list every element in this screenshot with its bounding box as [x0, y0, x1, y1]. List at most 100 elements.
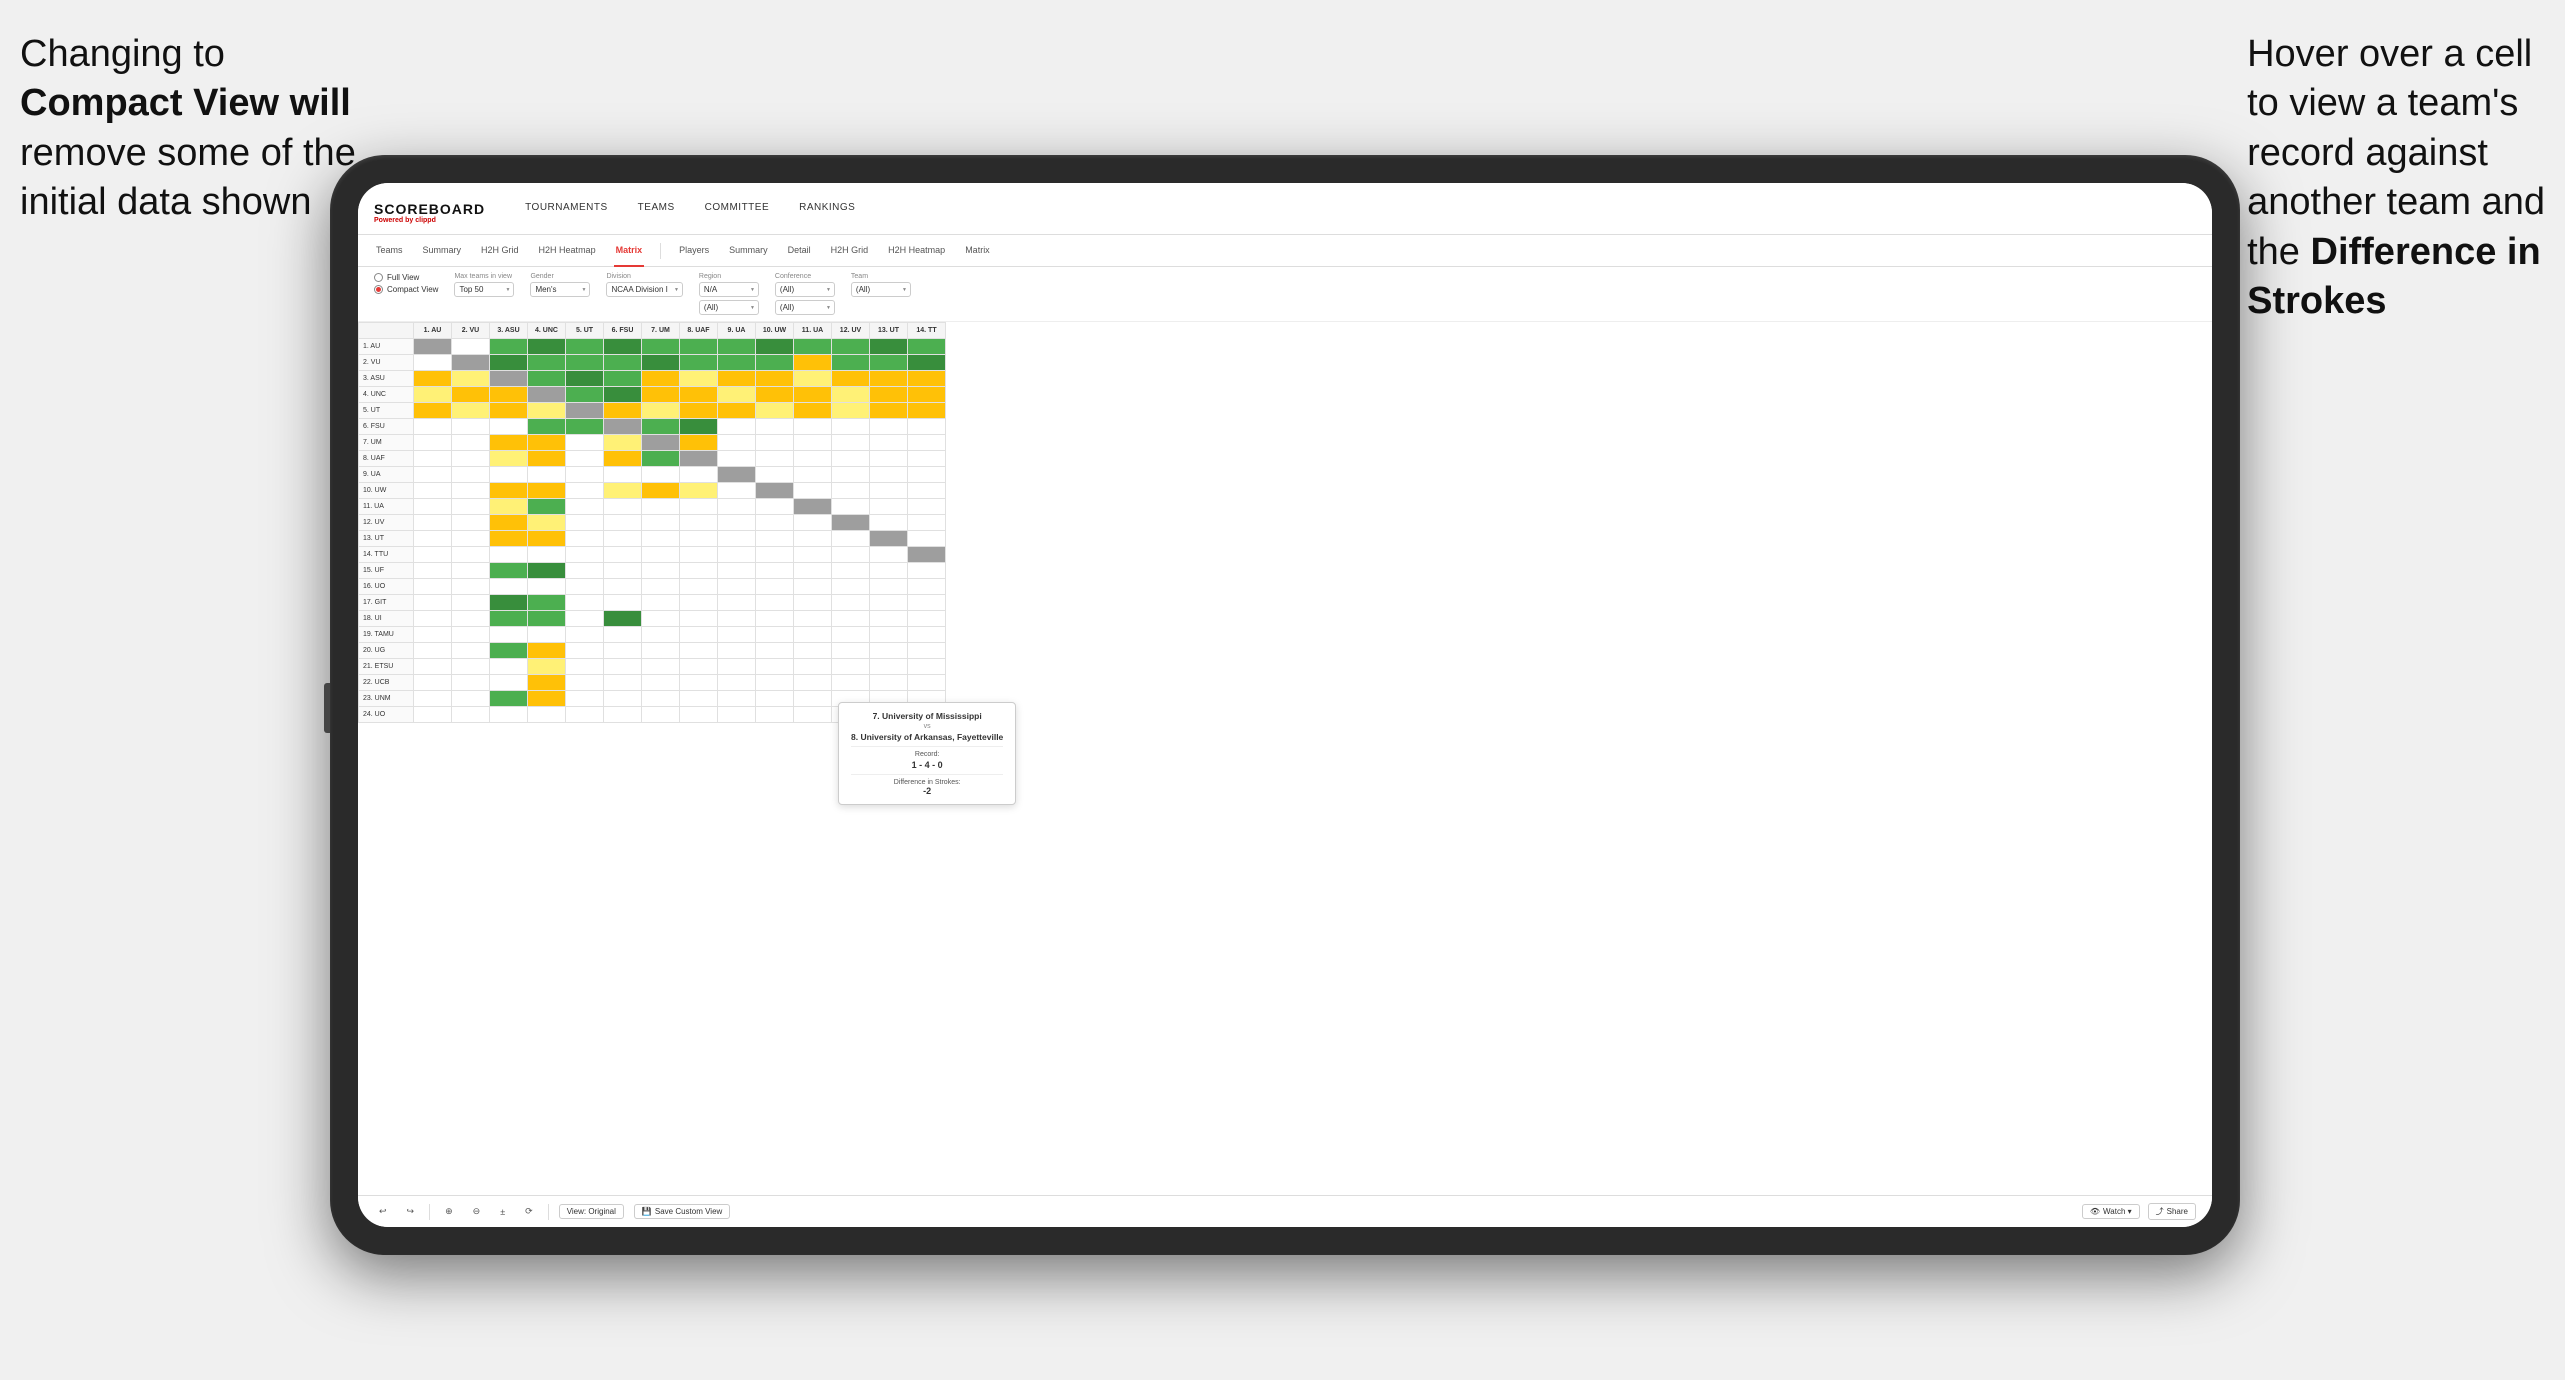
matrix-cell[interactable] — [452, 499, 490, 515]
matrix-cell[interactable] — [832, 387, 870, 403]
matrix-cell[interactable] — [718, 563, 756, 579]
matrix-cell[interactable] — [414, 531, 452, 547]
matrix-cell[interactable] — [414, 371, 452, 387]
matrix-cell[interactable] — [794, 595, 832, 611]
refresh-button[interactable]: ⟳ — [520, 1204, 538, 1219]
matrix-cell[interactable] — [718, 435, 756, 451]
matrix-cell[interactable] — [680, 659, 718, 675]
matrix-cell[interactable] — [718, 515, 756, 531]
matrix-cell[interactable] — [414, 691, 452, 707]
matrix-cell[interactable] — [604, 403, 642, 419]
matrix-cell[interactable] — [642, 355, 680, 371]
matrix-cell[interactable] — [870, 419, 908, 435]
matrix-cell[interactable] — [528, 643, 566, 659]
matrix-cell[interactable] — [490, 611, 528, 627]
matrix-cell[interactable] — [756, 547, 794, 563]
matrix-cell[interactable] — [452, 627, 490, 643]
matrix-cell[interactable] — [718, 643, 756, 659]
matrix-cell[interactable] — [452, 371, 490, 387]
matrix-cell[interactable] — [528, 339, 566, 355]
matrix-cell[interactable] — [794, 547, 832, 563]
matrix-cell[interactable] — [832, 563, 870, 579]
matrix-cell[interactable] — [718, 451, 756, 467]
matrix-cell[interactable] — [832, 483, 870, 499]
matrix-cell[interactable] — [414, 707, 452, 723]
matrix-cell[interactable] — [756, 339, 794, 355]
matrix-cell[interactable] — [680, 563, 718, 579]
matrix-cell[interactable] — [490, 675, 528, 691]
matrix-cell[interactable] — [870, 563, 908, 579]
matrix-cell[interactable] — [528, 579, 566, 595]
matrix-cell[interactable] — [680, 419, 718, 435]
matrix-cell[interactable] — [870, 371, 908, 387]
matrix-cell[interactable] — [756, 563, 794, 579]
matrix-cell[interactable] — [794, 499, 832, 515]
matrix-cell[interactable] — [490, 547, 528, 563]
matrix-cell[interactable] — [832, 371, 870, 387]
matrix-cell[interactable] — [566, 675, 604, 691]
matrix-cell[interactable] — [908, 659, 946, 675]
compact-view-option[interactable]: Compact View — [374, 285, 438, 294]
view-original-button[interactable]: View: Original — [559, 1204, 624, 1219]
matrix-cell[interactable] — [756, 691, 794, 707]
matrix-cell[interactable] — [414, 499, 452, 515]
matrix-cell[interactable] — [528, 547, 566, 563]
matrix-cell[interactable] — [642, 403, 680, 419]
matrix-cell[interactable] — [908, 403, 946, 419]
matrix-cell[interactable] — [414, 595, 452, 611]
matrix-cell[interactable] — [452, 579, 490, 595]
matrix-cell[interactable] — [680, 483, 718, 499]
matrix-cell[interactable] — [908, 579, 946, 595]
matrix-cell[interactable] — [452, 691, 490, 707]
matrix-cell[interactable] — [756, 419, 794, 435]
nav-tournaments[interactable]: TOURNAMENTS — [525, 202, 608, 223]
nav-rankings[interactable]: RANKINGS — [799, 202, 855, 223]
matrix-cell[interactable] — [604, 547, 642, 563]
matrix-cell[interactable] — [566, 387, 604, 403]
matrix-cell[interactable] — [642, 387, 680, 403]
subnav-players-summary[interactable]: Summary — [727, 235, 770, 267]
matrix-cell[interactable] — [642, 451, 680, 467]
matrix-cell[interactable] — [756, 675, 794, 691]
matrix-cell[interactable] — [832, 467, 870, 483]
matrix-cell[interactable] — [794, 435, 832, 451]
matrix-cell[interactable] — [756, 467, 794, 483]
matrix-cell[interactable] — [604, 579, 642, 595]
matrix-cell[interactable] — [680, 371, 718, 387]
matrix-cell[interactable] — [642, 371, 680, 387]
matrix-cell[interactable] — [604, 499, 642, 515]
matrix-cell[interactable] — [680, 403, 718, 419]
matrix-cell[interactable] — [642, 547, 680, 563]
matrix-cell[interactable] — [604, 595, 642, 611]
matrix-cell[interactable] — [566, 339, 604, 355]
matrix-cell[interactable] — [794, 403, 832, 419]
matrix-cell[interactable] — [794, 339, 832, 355]
matrix-cell[interactable] — [718, 355, 756, 371]
matrix-cell[interactable] — [414, 643, 452, 659]
matrix-cell[interactable] — [566, 531, 604, 547]
matrix-cell[interactable] — [566, 515, 604, 531]
matrix-cell[interactable] — [604, 387, 642, 403]
matrix-cell[interactable] — [414, 515, 452, 531]
matrix-cell[interactable] — [452, 387, 490, 403]
full-view-radio[interactable] — [374, 273, 383, 282]
matrix-cell[interactable] — [908, 675, 946, 691]
matrix-cell[interactable] — [908, 483, 946, 499]
matrix-cell[interactable] — [870, 435, 908, 451]
matrix-cell[interactable] — [490, 435, 528, 451]
matrix-cell[interactable] — [414, 419, 452, 435]
matrix-cell[interactable] — [718, 659, 756, 675]
matrix-cell[interactable] — [566, 371, 604, 387]
matrix-cell[interactable] — [566, 547, 604, 563]
matrix-cell[interactable] — [528, 659, 566, 675]
matrix-cell[interactable] — [680, 611, 718, 627]
matrix-cell[interactable] — [452, 707, 490, 723]
matrix-cell[interactable] — [756, 387, 794, 403]
matrix-cell[interactable] — [604, 563, 642, 579]
matrix-cell[interactable] — [870, 643, 908, 659]
matrix-cell[interactable] — [604, 435, 642, 451]
matrix-cell[interactable] — [566, 435, 604, 451]
matrix-cell[interactable] — [528, 451, 566, 467]
matrix-cell[interactable] — [490, 531, 528, 547]
matrix-cell[interactable] — [604, 659, 642, 675]
